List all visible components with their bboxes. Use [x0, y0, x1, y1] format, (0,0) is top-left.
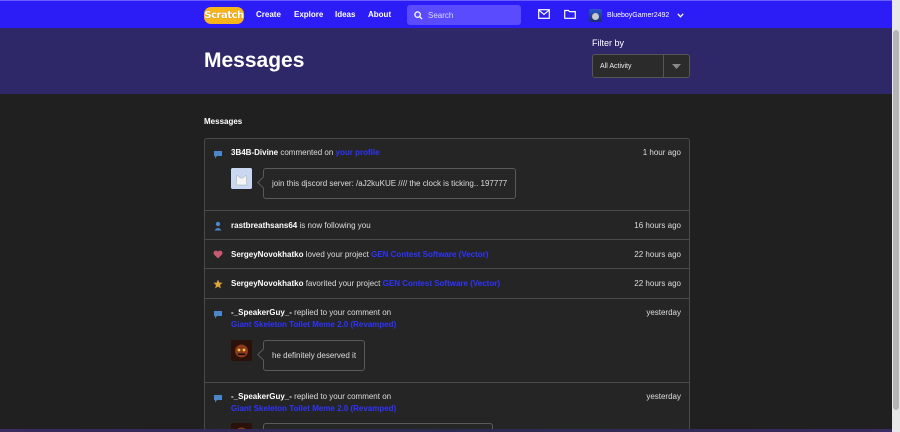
message-time: 16 hours ago [634, 221, 681, 230]
message-item: SergeyNovokhatko loved your project GEN … [205, 240, 689, 269]
message-time: yesterday [646, 392, 681, 401]
dropdown-arrow [663, 55, 689, 77]
search-input[interactable] [428, 10, 518, 20]
page-title: Messages [204, 49, 305, 72]
commenter-avatar[interactable] [231, 340, 252, 361]
message-text: -_SpeakerGuy_- replied to your comment o… [231, 308, 391, 317]
comment-bubble: join this djscord server: /aJ2kuKUE ////… [263, 168, 517, 199]
message-action: replied to your comment on [294, 392, 392, 401]
message-action: commented on [280, 148, 334, 157]
nav-explore[interactable]: Explore [294, 1, 323, 29]
message-text: 3B4B-Divine commented on your profile [231, 148, 380, 157]
account-menu[interactable]: BlueboyGamer2492 [589, 6, 684, 24]
message-user[interactable]: -_SpeakerGuy_- [231, 308, 292, 317]
message-user[interactable]: SergeyNovokhatko [231, 279, 303, 288]
filter-value: All Activity [600, 62, 632, 70]
message-target-link[interactable]: your profile [336, 148, 380, 157]
caret-down-icon [672, 63, 681, 69]
heart-icon [213, 250, 223, 259]
username-label: BlueboyGamer2492 [607, 11, 670, 19]
scrollbar-thumb[interactable] [893, 30, 899, 410]
comment-icon [214, 151, 222, 159]
search-box[interactable] [407, 5, 521, 25]
search-icon [414, 10, 423, 20]
message-user[interactable]: rastbreathsans64 [231, 221, 297, 230]
message-action: is now following you [299, 221, 371, 230]
messages-icon[interactable] [538, 9, 550, 19]
commenter-avatar[interactable] [231, 168, 252, 189]
message-user[interactable]: -_SpeakerGuy_- [231, 392, 292, 401]
message-action: favorited your project [305, 279, 381, 288]
page-header [0, 28, 892, 94]
message-text: rastbreathsans64 is now following you [231, 221, 371, 230]
follow-icon [214, 221, 222, 231]
messages-list: 3B4B-Divine commented on your profile 1 … [204, 138, 690, 432]
chevron-down-icon [677, 12, 684, 18]
user-avatar [589, 8, 602, 22]
message-user[interactable]: 3B4B-Divine [231, 148, 278, 157]
message-item: -_SpeakerGuy_- replied to your comment o… [205, 299, 689, 383]
message-target-link[interactable]: GEN Contest Software (Vector) [383, 279, 500, 288]
messages-section-title: Messages [204, 117, 243, 126]
star-icon [213, 279, 223, 289]
message-item: -_SpeakerGuy_- replied to your comment o… [205, 383, 689, 432]
message-item: SergeyNovokhatko favorited your project … [205, 269, 689, 299]
nav-ideas[interactable]: Ideas [335, 1, 355, 29]
filter-label: Filter by [592, 38, 625, 48]
message-target-link[interactable]: GEN Contest Software (Vector) [371, 250, 488, 259]
message-time: yesterday [646, 308, 681, 317]
character-avatar-icon [231, 340, 252, 361]
message-user[interactable]: SergeyNovokhatko [231, 250, 303, 259]
cat-avatar-icon [231, 168, 252, 189]
message-item: rastbreathsans64 is now following you 16… [205, 211, 689, 240]
scratch-logo[interactable]: Scratch [204, 7, 244, 24]
page-scrollbar[interactable] [892, 0, 900, 432]
message-text: SergeyNovokhatko loved your project GEN … [231, 250, 488, 259]
message-time: 1 hour ago [642, 148, 681, 157]
nav-create[interactable]: Create [256, 1, 281, 29]
top-navbar: Scratch Create Explore Ideas About Blueb… [0, 0, 892, 28]
comment-bubble: he definitely deserved it [263, 340, 366, 371]
my-stuff-folder-icon[interactable] [564, 9, 576, 19]
message-time: 22 hours ago [634, 250, 681, 259]
message-item: 3B4B-Divine commented on your profile 1 … [205, 139, 689, 211]
nav-about[interactable]: About [368, 1, 391, 29]
message-time: 22 hours ago [634, 279, 681, 288]
message-action: loved your project [305, 250, 369, 259]
comment-icon [214, 311, 222, 319]
message-target-link[interactable]: Giant Skeleton Toilet Meme 2.0 (Revamped… [231, 320, 396, 329]
filter-dropdown[interactable]: All Activity [592, 54, 690, 78]
comment-icon [214, 395, 222, 403]
message-action: replied to your comment on [294, 308, 392, 317]
message-target-link[interactable]: Giant Skeleton Toilet Meme 2.0 (Revamped… [231, 404, 396, 413]
message-text: SergeyNovokhatko favorited your project … [231, 279, 500, 288]
message-text: -_SpeakerGuy_- replied to your comment o… [231, 392, 391, 401]
